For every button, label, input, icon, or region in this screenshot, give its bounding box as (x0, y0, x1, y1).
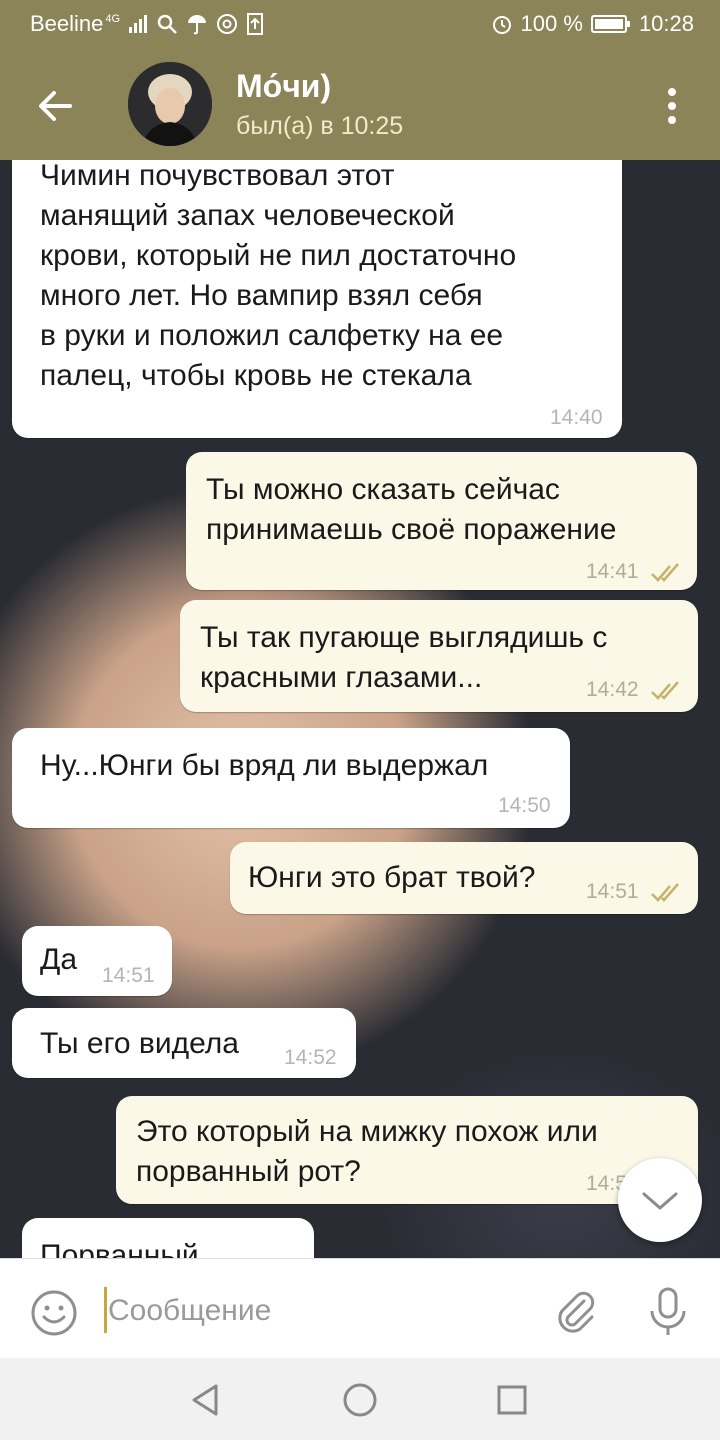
message-text: Да (40, 943, 78, 976)
message-outgoing[interactable]: Ты можно сказать сейчас принимаешь своё … (186, 452, 697, 590)
message-time: 14:51 (586, 880, 639, 903)
message-text: Чимин почувствовал этот манящий запах че… (40, 160, 517, 392)
signal-icon (128, 15, 148, 33)
message-time: 14:51 (102, 964, 155, 987)
message-time: 14:41 (586, 560, 639, 583)
recents-square-icon[interactable] (492, 1380, 532, 1420)
alarm-icon (491, 13, 513, 35)
last-seen-status: был(а) в 10:25 (236, 112, 404, 140)
message-incoming[interactable]: Чимин почувствовал этот манящий запах че… (12, 160, 622, 438)
message-incoming[interactable]: Да 14:51 (22, 926, 172, 996)
text-cursor (104, 1287, 107, 1333)
carrier-name: Beeline (30, 11, 104, 36)
at-icon (216, 13, 238, 35)
chat-title[interactable]: Мо́чи) (236, 68, 331, 105)
battery-icon (590, 14, 631, 34)
message-time: 14:42 (586, 678, 639, 701)
chevron-down-icon (642, 1192, 678, 1210)
double-check-icon (651, 681, 679, 700)
message-outgoing[interactable]: Ты так пугающе выглядишь с красными глаз… (180, 600, 698, 712)
message-text: Ты так пугающе выглядишь с красными глаз… (200, 621, 608, 694)
chat-header: Мо́чи) был(а) в 10:25 (0, 48, 720, 160)
network-type: 4G (105, 13, 121, 25)
message-text: Ты его видела (40, 1027, 239, 1060)
system-nav-bar (0, 1358, 720, 1440)
home-circle-icon[interactable] (340, 1380, 380, 1420)
back-triangle-icon[interactable] (186, 1380, 226, 1420)
message-time: 14:50 (498, 794, 551, 817)
double-check-icon (651, 563, 679, 582)
upload-icon (246, 13, 264, 35)
message-outgoing[interactable]: Это который на мижку похож или порванный… (116, 1096, 698, 1204)
message-text: Юнги это брат твой? (248, 861, 536, 894)
more-vert-icon[interactable] (654, 84, 690, 128)
message-outgoing[interactable]: Юнги это брат твой? 14:51 (230, 842, 698, 914)
message-input[interactable] (108, 1289, 528, 1333)
paperclip-icon[interactable] (552, 1287, 600, 1335)
message-time: 14:52 (284, 1046, 337, 1069)
message-incoming[interactable]: Ну...Юнги бы вряд ли выдержал 14:50 (12, 728, 570, 828)
scroll-down-button[interactable] (618, 1158, 702, 1242)
emoji-icon[interactable] (30, 1289, 78, 1337)
composer-bar (0, 1258, 720, 1359)
double-check-icon (651, 883, 679, 902)
status-bar: Beeline 4G 100 % 10:28 (0, 0, 720, 48)
message-incoming[interactable]: Порванный (22, 1218, 314, 1258)
clock: 10:28 (638, 11, 694, 36)
umbrella-icon (186, 13, 208, 35)
message-list[interactable]: Чимин почувствовал этот манящий запах че… (0, 160, 720, 1258)
search-notification-icon (156, 13, 178, 35)
message-text: Порванный (40, 1239, 199, 1258)
message-text: Ну...Юнги бы вряд ли выдержал (40, 749, 489, 782)
message-text: Ты можно сказать сейчас принимаешь своё … (206, 473, 617, 546)
avatar[interactable] (128, 62, 212, 146)
message-text: Это который на мижку похож или порванный… (136, 1115, 598, 1188)
microphone-icon[interactable] (646, 1287, 690, 1337)
message-incoming[interactable]: Ты его видела 14:52 (12, 1008, 356, 1078)
battery-percent: 100 % (520, 11, 583, 36)
message-time: 14:40 (550, 406, 603, 429)
arrow-left-icon[interactable] (34, 84, 78, 128)
